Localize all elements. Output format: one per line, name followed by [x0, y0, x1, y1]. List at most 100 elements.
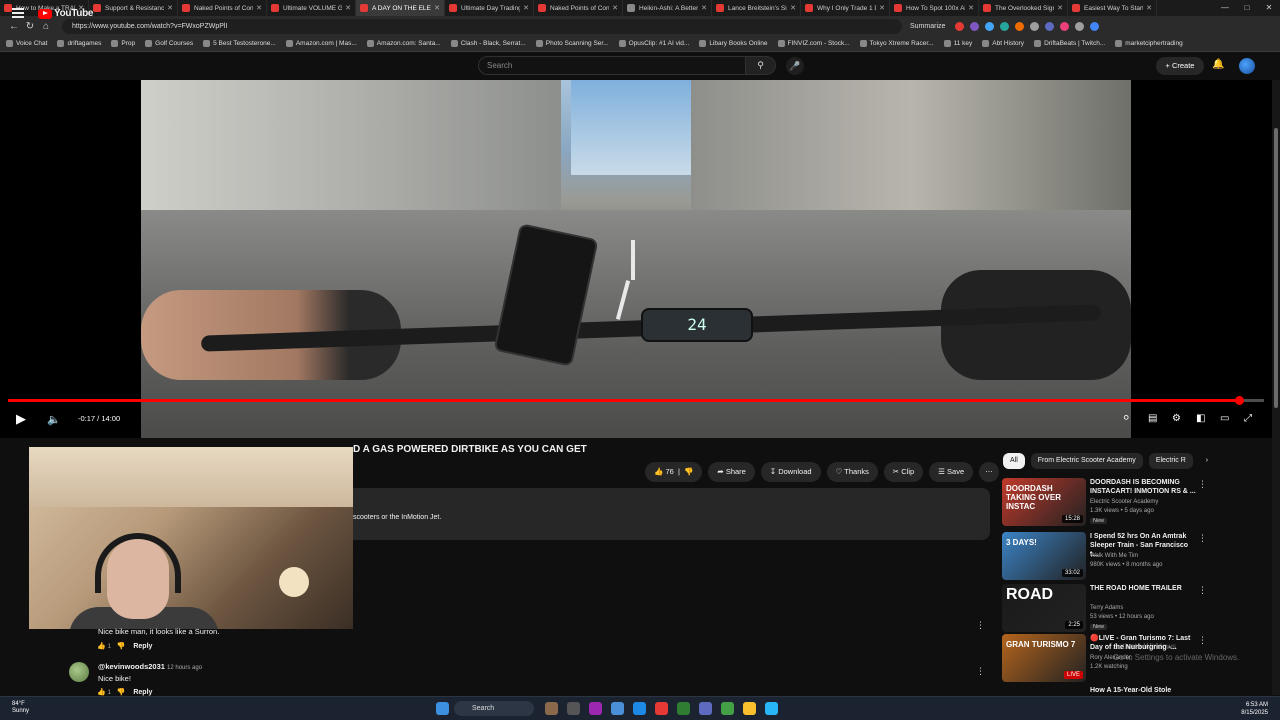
- account-avatar[interactable]: [1239, 58, 1255, 74]
- reload-icon[interactable]: ↻: [22, 21, 38, 32]
- reply-button[interactable]: Reply: [133, 689, 152, 696]
- app-icon[interactable]: [743, 702, 756, 715]
- url-input[interactable]: https://www.youtube.com/watch?v=FWxoPZWp…: [62, 18, 902, 34]
- app-icon[interactable]: [655, 702, 668, 715]
- close-tab-icon[interactable]: ✕: [345, 4, 351, 12]
- mute-button[interactable]: 🔈: [47, 413, 61, 426]
- app-icon[interactable]: [765, 702, 778, 715]
- app-icon[interactable]: [545, 702, 558, 715]
- recommended-title[interactable]: How A 15-Year-Old Stole: [1090, 686, 1198, 695]
- app-icon[interactable]: [611, 702, 624, 715]
- close-tab-icon[interactable]: ✕: [523, 4, 529, 12]
- browser-tab[interactable]: Why I Only Trade 1 D ✕: [801, 0, 890, 16]
- browser-tab[interactable]: Ultimate VOLUME Gu ✕: [267, 0, 356, 16]
- save-button[interactable]: ☰ Save: [929, 462, 974, 482]
- extension-icon[interactable]: [1000, 21, 1010, 31]
- browser-tab[interactable]: Lance Breitstein's Sin ✕: [712, 0, 801, 16]
- bookmark-item[interactable]: OpusClip: #1 AI vid...: [618, 40, 689, 47]
- reply-button[interactable]: Reply: [133, 643, 152, 650]
- bookmark-item[interactable]: 11 key: [943, 40, 972, 47]
- thumbs-down-icon[interactable]: 👎: [117, 643, 126, 650]
- extension-icon[interactable]: [1060, 21, 1070, 31]
- weather-widget[interactable]: 84°F Sunny: [12, 701, 29, 715]
- settings-button[interactable]: ⚙: [1172, 413, 1181, 424]
- close-window-icon[interactable]: ✕: [1258, 0, 1280, 16]
- thumbs-up-icon[interactable]: 👍: [97, 643, 106, 650]
- scrollbar-thumb[interactable]: [1274, 128, 1278, 408]
- bookmark-item[interactable]: Clash - Black, Serrat...: [450, 40, 526, 47]
- bookmark-item[interactable]: Amazon.com: Santa...: [366, 40, 441, 47]
- recommended-channel[interactable]: Walk With Me Tim: [1090, 553, 1138, 559]
- hamburger-menu-icon[interactable]: [12, 8, 24, 18]
- video-frame[interactable]: 24: [141, 80, 1131, 438]
- browser-tab[interactable]: The Overlooked Sign ✕: [979, 0, 1068, 16]
- like-button[interactable]: 👍 76 | 👎: [645, 462, 703, 482]
- app-icon[interactable]: [589, 702, 602, 715]
- page-scrollbar[interactable]: [1272, 80, 1280, 695]
- thumbs-up-icon[interactable]: 👍: [97, 689, 106, 696]
- progress-bar[interactable]: [8, 396, 1264, 405]
- voice-search-button[interactable]: 🎤: [786, 57, 804, 75]
- bookmark-item[interactable]: Amazon.com | Mas...: [285, 40, 357, 47]
- extension-icon[interactable]: [985, 21, 995, 31]
- app-icon[interactable]: [721, 702, 734, 715]
- bookmark-item[interactable]: FINVIZ.com - Stock...: [777, 40, 850, 47]
- close-tab-icon[interactable]: ✕: [879, 4, 885, 12]
- comment-author[interactable]: @kevinwoods2031: [98, 662, 165, 671]
- autoplay-toggle[interactable]: ⚪: [1122, 413, 1130, 424]
- captions-button[interactable]: ▤: [1148, 413, 1157, 424]
- edge-icon[interactable]: [633, 702, 646, 715]
- recommended-channel[interactable]: Electric Scooter Academy: [1090, 499, 1158, 505]
- extension-icon[interactable]: [1045, 21, 1055, 31]
- clip-button[interactable]: ✂ Clip: [883, 462, 924, 482]
- browser-tab[interactable]: How To Spot 100x Alt ✕: [890, 0, 979, 16]
- extension-icon[interactable]: [970, 21, 980, 31]
- thanks-button[interactable]: ♡ Thanks: [826, 462, 878, 482]
- close-tab-icon[interactable]: ✕: [256, 4, 262, 12]
- recommended-title[interactable]: DOORDASH IS BECOMING INSTACART! INMOTION…: [1090, 478, 1198, 496]
- home-icon[interactable]: ⌂: [38, 21, 54, 32]
- video-thumbnail[interactable]: DOORDASH TAKING OVER INSTAC 15:28: [1002, 478, 1086, 526]
- bookmark-item[interactable]: Abt History: [982, 40, 1024, 47]
- avatar[interactable]: [69, 662, 89, 682]
- back-icon[interactable]: ←: [6, 21, 22, 32]
- maximize-icon[interactable]: □: [1236, 0, 1258, 16]
- bookmark-item[interactable]: Voice Chat: [6, 40, 47, 47]
- share-button[interactable]: ➦ Share: [708, 462, 755, 482]
- create-button[interactable]: + Create: [1156, 57, 1204, 75]
- browser-tab[interactable]: Heikin-Ashi: A Better ✕: [623, 0, 712, 16]
- fullscreen-button[interactable]: ⤢: [1244, 413, 1252, 424]
- minimize-icon[interactable]: —: [1214, 0, 1236, 16]
- bookmark-item[interactable]: DriftaBeats | Twitch...: [1034, 40, 1105, 47]
- recommended-video[interactable]: DOORDASH TAKING OVER INSTAC 15:28 DOORDASH…: [1002, 478, 1272, 528]
- close-tab-icon[interactable]: ✕: [434, 4, 440, 12]
- browser-tab[interactable]: Easiest Way To Start ✕: [1068, 0, 1157, 16]
- close-tab-icon[interactable]: ✕: [1057, 4, 1063, 12]
- extension-icon[interactable]: [1075, 21, 1085, 31]
- progress-scrubber[interactable]: [1234, 396, 1244, 405]
- taskbar-search[interactable]: Search: [454, 701, 534, 716]
- app-icon[interactable]: [567, 702, 580, 715]
- notifications-bell-icon[interactable]: 🔔: [1212, 59, 1224, 70]
- close-tab-icon[interactable]: ✕: [167, 4, 173, 12]
- bookmark-item[interactable]: Prop: [111, 40, 135, 47]
- bookmark-item[interactable]: Golf Courses: [145, 40, 193, 47]
- search-input[interactable]: Search: [478, 56, 746, 75]
- recommended-video[interactable]: 3 DAYS! 33:02 I Spend 52 hrs On An Amtrak …: [1002, 532, 1272, 582]
- video-thumbnail[interactable]: ROAD 2:25: [1002, 584, 1086, 632]
- video-menu-icon[interactable]: ⋮: [1198, 479, 1207, 490]
- recommended-title[interactable]: THE ROAD HOME TRAILER: [1090, 584, 1198, 593]
- chip-electric[interactable]: Electric R: [1148, 453, 1193, 469]
- play-button[interactable]: ▶: [16, 411, 26, 427]
- extension-icon[interactable]: [1015, 21, 1025, 31]
- video-player[interactable]: 24: [0, 80, 1272, 438]
- chip-from-channel[interactable]: From Electric Scooter Academy: [1030, 453, 1143, 469]
- miniplayer-button[interactable]: ◧: [1196, 413, 1205, 424]
- close-tab-icon[interactable]: ✕: [968, 4, 974, 12]
- browser-tab[interactable]: Naked Points of Cont ✕: [534, 0, 623, 16]
- video-thumbnail[interactable]: 3 DAYS! 33:02: [1002, 532, 1086, 580]
- profile-icon[interactable]: [1090, 21, 1100, 31]
- browser-tab[interactable]: A DAY ON THE ELECT✕: [356, 0, 445, 16]
- windows-start-icon[interactable]: [436, 702, 449, 715]
- recommended-channel[interactable]: Terry Adams: [1090, 605, 1123, 611]
